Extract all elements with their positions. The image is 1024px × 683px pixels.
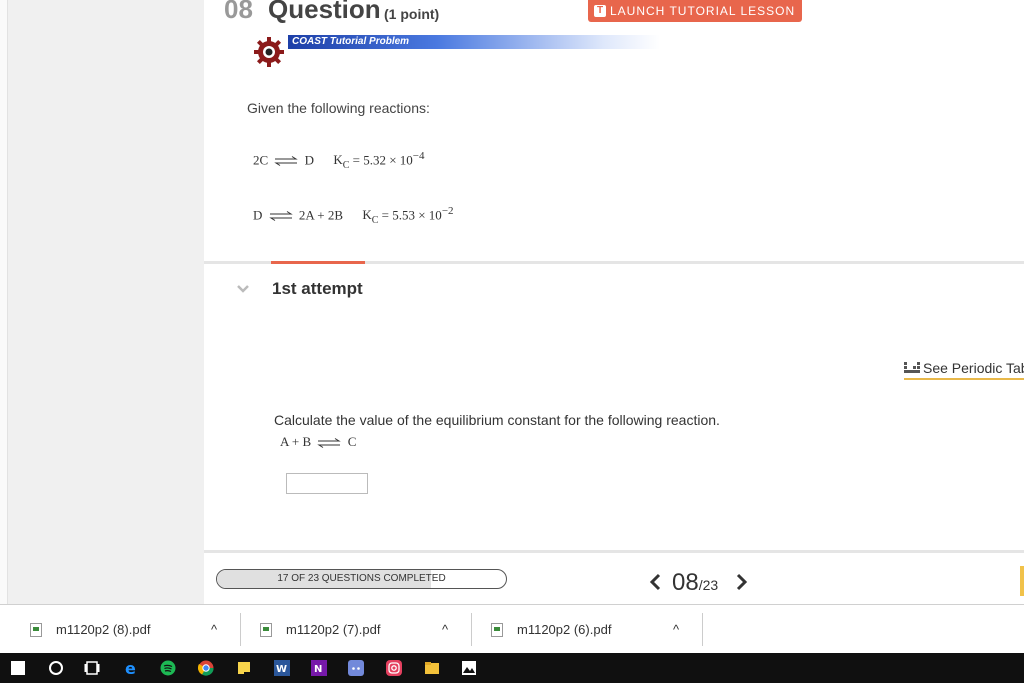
download-filename: m1120p2 (6).pdf <box>517 622 612 637</box>
word-icon[interactable]: W <box>274 660 290 676</box>
onenote-icon[interactable]: N <box>311 660 327 676</box>
cortana-search-icon[interactable] <box>48 660 64 676</box>
pdf-file-icon <box>30 622 42 637</box>
question-points: (1 point) <box>384 6 440 22</box>
reaction-2-k-value: = 5.53 × 10 <box>381 207 442 223</box>
calculate-prompt: Calculate the value of the equilibrium c… <box>274 412 720 428</box>
download-item[interactable]: m1120p2 (7).pdf <box>260 605 380 654</box>
periodic-table-icon <box>904 362 920 373</box>
periodic-table-link[interactable]: See Periodic Tab <box>904 360 1024 380</box>
gear-icon <box>254 37 284 67</box>
given-text: Given the following reactions: <box>247 100 430 116</box>
reaction-2: D 2A + 2B KC = 5.53 × 10−2 <box>253 205 454 226</box>
chevron-left-icon[interactable] <box>649 573 661 591</box>
equilibrium-arrow-icon <box>317 438 342 448</box>
download-filename: m1120p2 (7).pdf <box>286 622 381 637</box>
chevron-right-icon[interactable] <box>736 573 748 591</box>
target-reaction: A + B C <box>280 434 356 450</box>
window-left-edge <box>0 0 8 604</box>
attempt-tab-indicator <box>271 261 365 264</box>
download-separator <box>240 613 241 646</box>
reaction-1-k-exp: −4 <box>412 150 425 162</box>
equilibrium-arrow-icon <box>268 211 293 222</box>
edge-icon[interactable]: e <box>124 660 140 676</box>
reaction-1: 2C D KC = 5.32 × 10−4 <box>253 150 425 171</box>
equilibrium-arrow-icon <box>274 156 299 167</box>
question-counter: 08/23 <box>672 569 718 597</box>
svg-text:e: e <box>125 660 136 676</box>
total-questions: /23 <box>698 577 719 593</box>
windows-start-icon[interactable] <box>10 660 26 676</box>
svg-text:N: N <box>314 664 322 675</box>
reaction-2-k-exp: −2 <box>441 205 454 217</box>
launch-tutorial-button[interactable]: T LAUNCH TUTORIAL LESSON <box>588 0 802 22</box>
file-explorer-icon[interactable] <box>424 660 440 676</box>
reaction-2-left: D <box>253 207 263 223</box>
reaction-1-right: D <box>304 152 315 168</box>
sticky-notes-icon[interactable] <box>236 660 252 676</box>
answer-input[interactable] <box>286 473 368 494</box>
target-reaction-left: A + B <box>280 434 312 449</box>
reaction-2-k: K <box>362 207 372 223</box>
download-bar: m1120p2 (8).pdf ^ m1120p2 (7).pdf ^ m112… <box>0 604 1024 653</box>
chevron-up-icon[interactable]: ^ <box>211 605 217 654</box>
chevron-up-icon[interactable]: ^ <box>442 605 448 654</box>
coast-tutorial-banner: COAST Tutorial Problem <box>288 35 660 49</box>
progress-label: 17 OF 23 QUESTIONS COMPLETED <box>277 573 446 584</box>
attempt-heading: 1st attempt <box>272 279 363 298</box>
reaction-1-k-value: = 5.32 × 10 <box>352 152 413 168</box>
download-item[interactable]: m1120p2 (6).pdf <box>491 605 611 654</box>
download-item[interactable]: m1120p2 (8).pdf <box>30 605 150 654</box>
download-separator <box>471 613 472 646</box>
launch-tutorial-label: LAUNCH TUTORIAL LESSON <box>610 4 796 18</box>
svg-text:W: W <box>276 664 287 675</box>
current-question: 08 <box>672 569 699 596</box>
chrome-icon[interactable] <box>198 660 214 676</box>
periodic-table-label: See Periodic Tab <box>923 360 1024 376</box>
taskbar: e W N <box>0 653 1024 683</box>
footer-divider <box>204 550 1024 553</box>
pdf-file-icon <box>491 622 503 637</box>
side-tab-edge[interactable] <box>1020 566 1024 596</box>
tutorial-icon: T <box>594 5 606 17</box>
pdf-file-icon <box>260 622 272 637</box>
instagram-icon[interactable] <box>386 660 402 676</box>
progress-bar: 17 OF 23 QUESTIONS COMPLETED <box>216 569 507 589</box>
target-reaction-right: C <box>347 434 357 449</box>
reaction-1-k-sub: C <box>342 159 350 171</box>
task-view-icon[interactable] <box>84 660 100 676</box>
photos-icon[interactable] <box>461 660 477 676</box>
chevron-down-icon[interactable] <box>236 284 250 294</box>
question-number: 08 <box>224 0 253 24</box>
discord-icon[interactable] <box>348 660 364 676</box>
download-separator <box>702 613 703 646</box>
reaction-2-right: 2A + 2B <box>298 207 344 223</box>
download-filename: m1120p2 (8).pdf <box>56 622 151 637</box>
left-page-margin <box>0 0 204 604</box>
reaction-1-left: 2C <box>253 152 269 168</box>
reaction-1-k: K <box>333 152 343 168</box>
spotify-icon[interactable] <box>160 660 176 676</box>
reaction-2-k-sub: C <box>371 214 379 226</box>
chevron-up-icon[interactable]: ^ <box>673 605 679 654</box>
question-heading: Question <box>268 0 381 24</box>
